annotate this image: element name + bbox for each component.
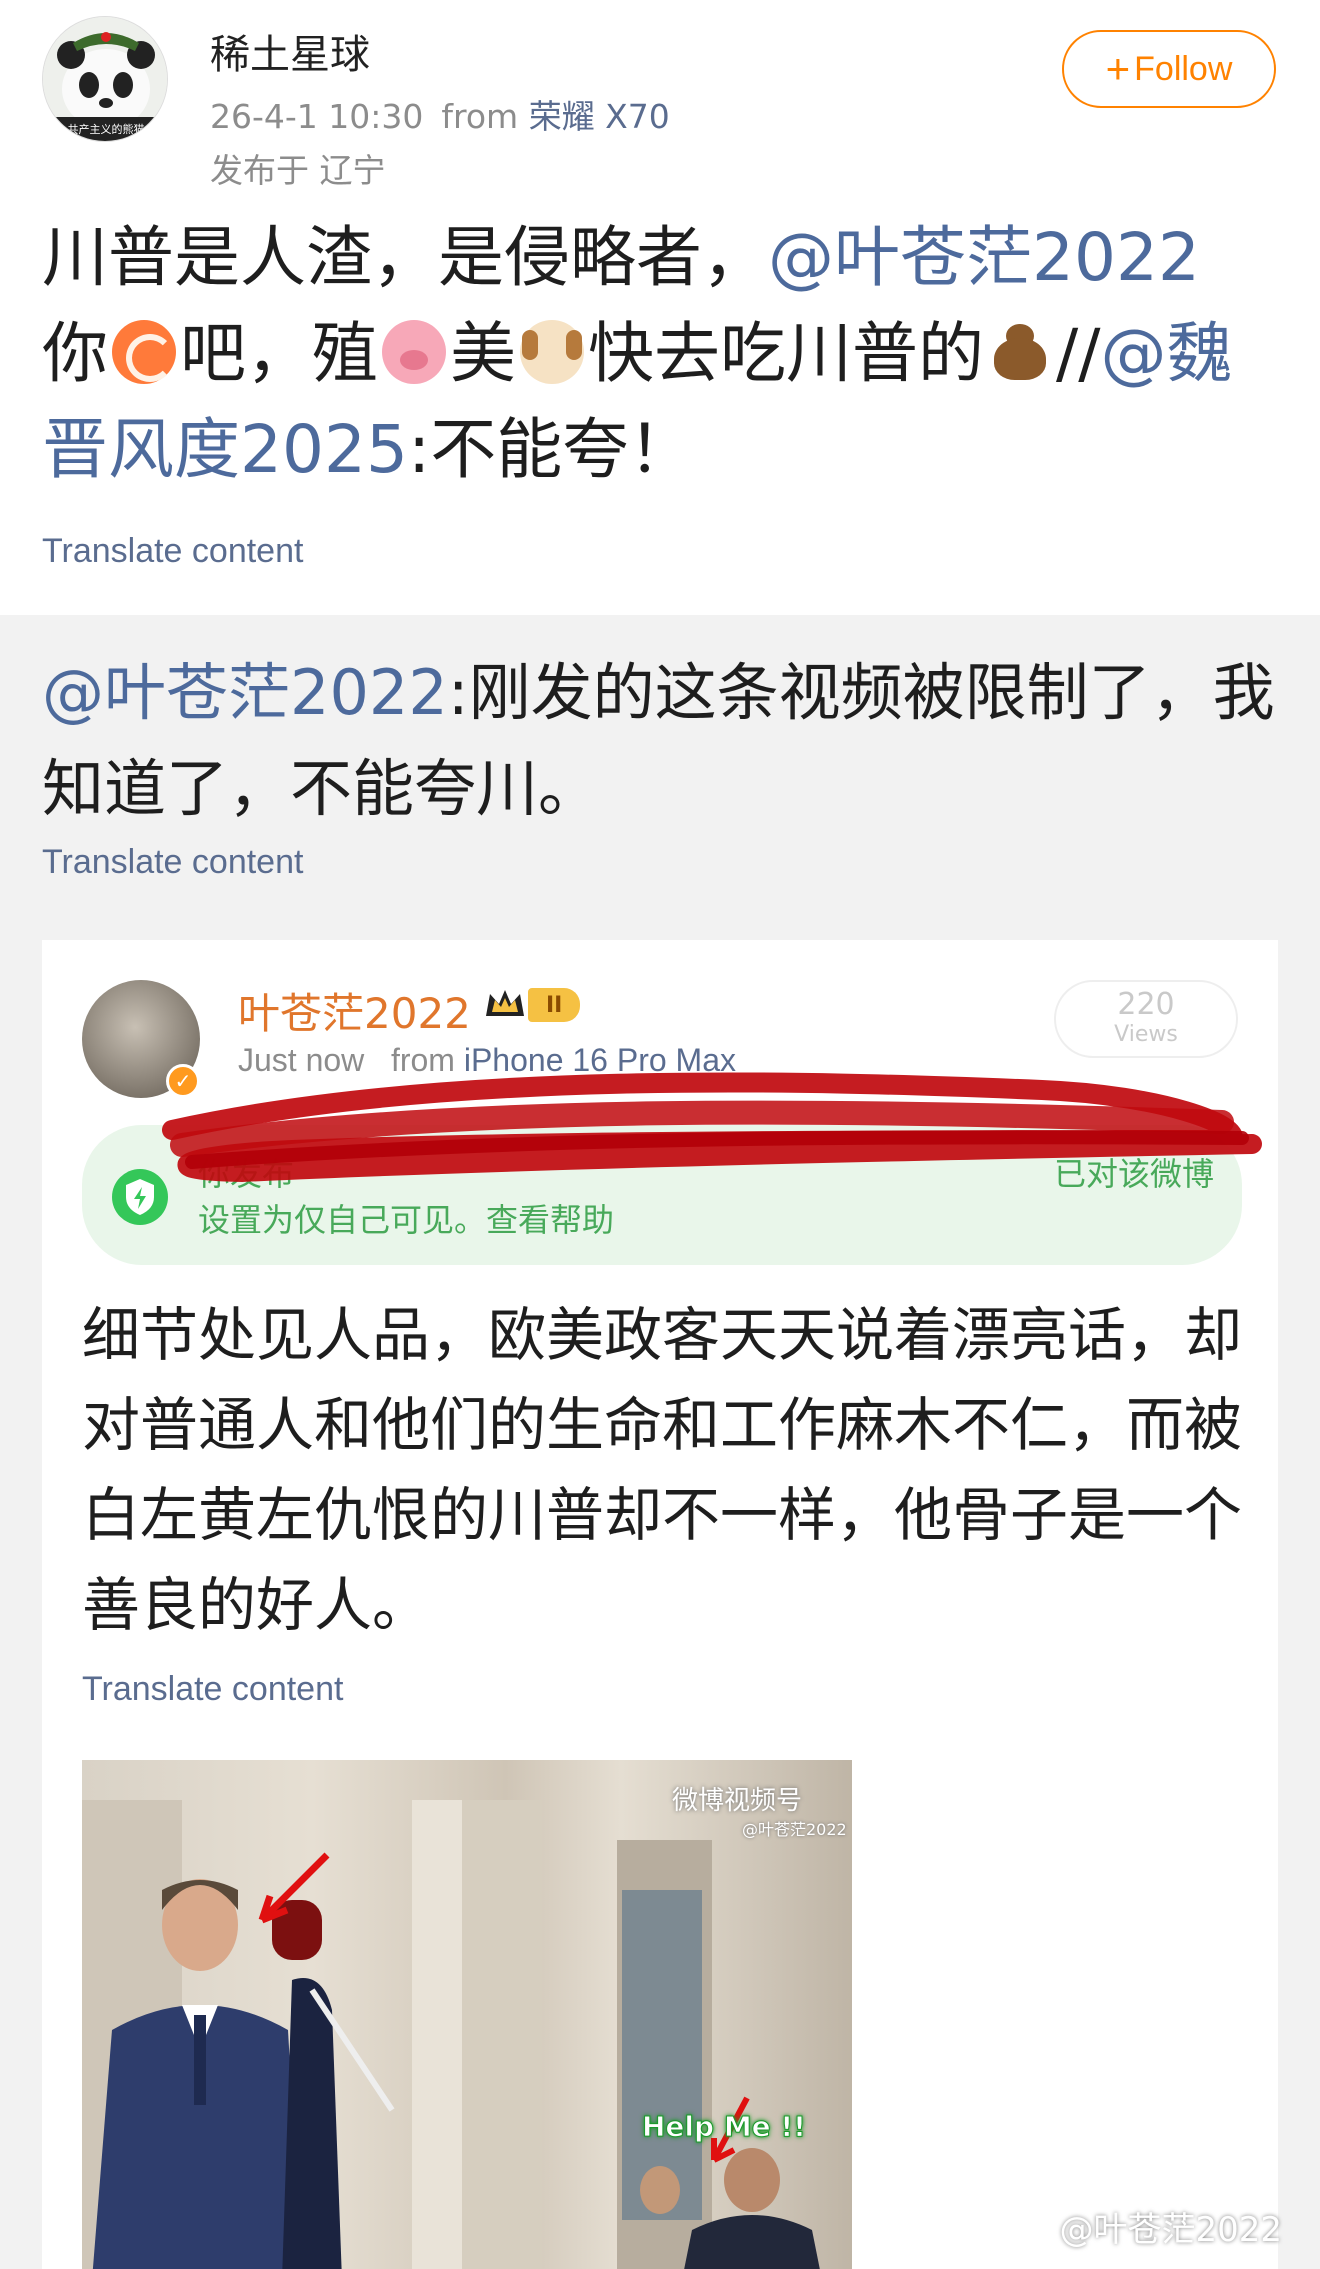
shield-icon: [112, 1169, 168, 1225]
post-location: 发布于 辽宁: [210, 151, 386, 190]
screenshot-device: iPhone 16 Pro Max: [463, 1042, 736, 1078]
repost-text: @叶苍茫2022:刚发的这条视频被限制了，我知道了，不能夸川。: [42, 645, 1282, 837]
post-device[interactable]: 荣耀 X70: [529, 97, 670, 136]
notice-line: 你发布: [198, 1155, 295, 1193]
weibo-post: 共产主义的熊猫 稀土星球 26-4-1 10:30 from 荣耀 X70 发布于…: [0, 0, 1320, 615]
views-label: Views: [1114, 1022, 1178, 1047]
from-label: from: [390, 1042, 455, 1078]
from-label: from: [441, 97, 519, 136]
post-text-part: 吧，殖: [180, 315, 378, 392]
screenshot-body: 细节处见人品，欧美政客天天说着漂亮话，却对普通人和他们的生命和工作麻木不仁，而被…: [82, 1301, 1243, 1639]
translate-content-link: Translate content: [82, 1670, 344, 1708]
video-frame-image: [82, 1800, 820, 2269]
screenshot-author-name: 叶苍茫2022: [238, 989, 471, 1038]
level-badge: II: [528, 988, 581, 1022]
video-watermark: 微博视频号: [672, 1786, 803, 1816]
shrimp-emoji-icon: [112, 320, 176, 384]
post-text-part: //: [1056, 315, 1101, 392]
author-name[interactable]: 稀土星球: [210, 22, 370, 80]
post-time: 26-4-1 10:30: [210, 97, 424, 136]
views-counter: 220 Views: [1054, 980, 1238, 1058]
post-text-part: :不能夸！: [407, 411, 695, 488]
video-caption: Help Me !!: [642, 2110, 807, 2144]
plus-icon: +: [1105, 45, 1131, 92]
post-text-part: 美: [450, 315, 516, 392]
notice-text: 你发布 已对该微博 设置为仅自己可见。查看帮助: [198, 1151, 1214, 1243]
views-count: 220: [1117, 987, 1175, 1022]
reposted-content[interactable]: @叶苍茫2022:刚发的这条视频被限制了，我知道了，不能夸川。 Translat…: [0, 615, 1320, 2269]
author-avatar[interactable]: 共产主义的熊猫: [42, 16, 168, 142]
post-meta: 26-4-1 10:30 from 荣耀 X70: [210, 90, 670, 138]
embedded-screenshot[interactable]: ✓ 叶苍茫2022 II Just now from iPhone 16 Pro…: [42, 940, 1278, 2269]
poo-emoji-icon: [988, 320, 1052, 384]
screenshot-time: Just now: [238, 1042, 365, 1078]
mention-link[interactable]: @叶苍茫2022: [42, 656, 448, 729]
mention-link[interactable]: @叶苍茫2022: [768, 219, 1200, 296]
post-text-part: 你: [42, 315, 108, 392]
dog-emoji-icon: [520, 320, 584, 384]
pig-emoji-icon: [382, 320, 446, 384]
follow-label: Follow: [1134, 49, 1233, 88]
notice-line: 设置为仅自己可见。查看帮助: [198, 1201, 615, 1239]
avatar-caption: 共产主义的熊猫: [67, 123, 145, 136]
footer-watermark: @叶苍茫2022: [1059, 2210, 1282, 2250]
translate-content-link[interactable]: Translate content: [42, 843, 303, 882]
translate-content-link[interactable]: Translate content: [42, 532, 303, 571]
post-body: 川普是人渣，是侵略者，@叶苍茫2022 你吧，殖美快去吃川普的//@魏晋风度20…: [42, 210, 1282, 498]
crown-icon: [486, 990, 524, 1016]
notice-line: 已对该微博: [1054, 1155, 1215, 1193]
post-text-part: 快去吃川普的: [588, 315, 984, 392]
restriction-notice: 你发布 已对该微博 设置为仅自己可见。查看帮助: [82, 1125, 1242, 1265]
verified-badge-icon: ✓: [166, 1064, 200, 1098]
screenshot-meta: Just now from iPhone 16 Pro Max: [238, 1042, 736, 1079]
video-thumbnail[interactable]: 微博视频号 @叶苍茫2022 Help Me !!: [82, 1760, 852, 2269]
video-watermark-sub: @叶苍茫2022: [742, 1820, 847, 1839]
follow-button[interactable]: + Follow: [1062, 30, 1276, 108]
post-text-part: 川普是人渣，是侵略者，: [42, 219, 768, 296]
